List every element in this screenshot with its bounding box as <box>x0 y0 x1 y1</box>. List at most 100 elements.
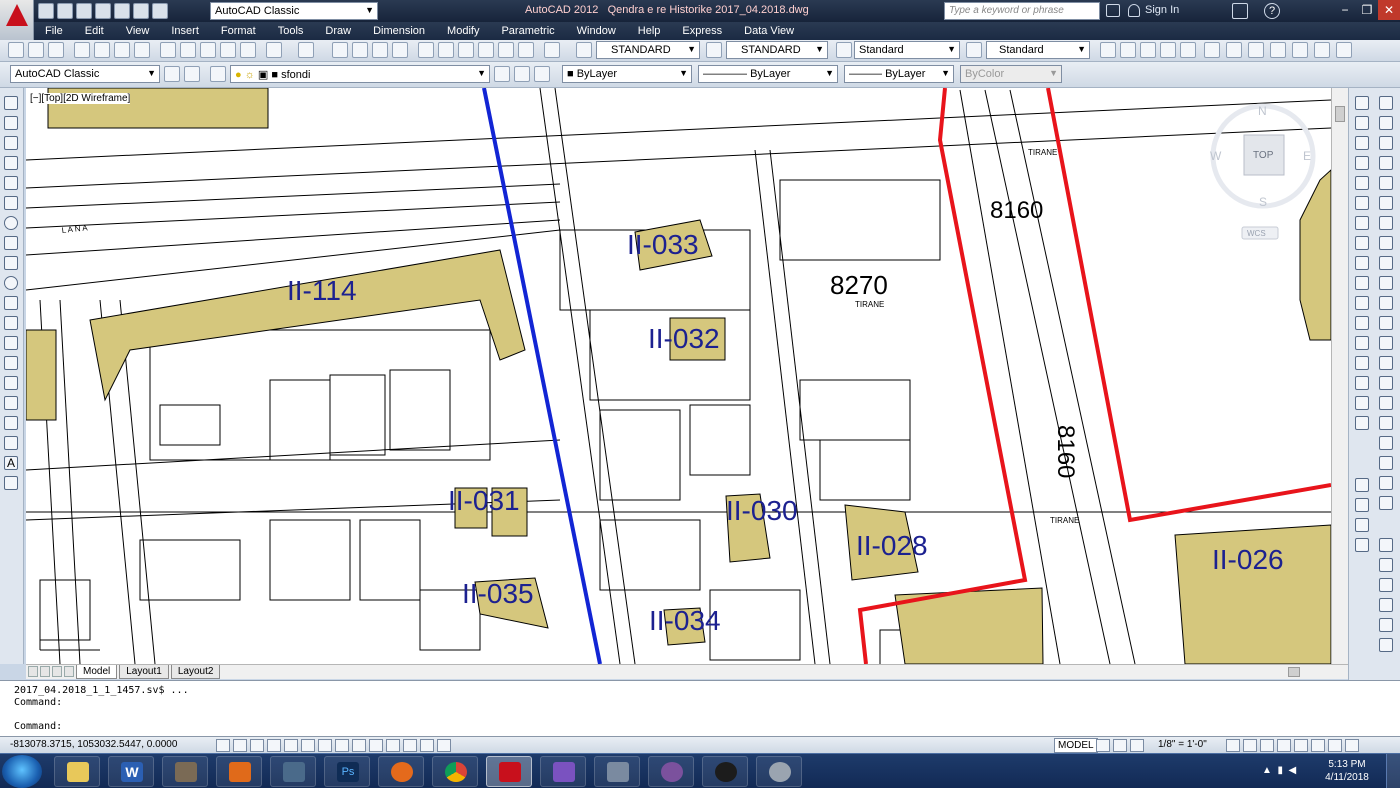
layer-tool-icon[interactable] <box>1270 42 1286 58</box>
make-block-icon[interactable] <box>4 336 18 350</box>
drawing-canvas[interactable]: II-033 II-114 II-032 II-031 II-030 II-02… <box>26 88 1331 664</box>
layer-tool-icon[interactable] <box>1100 42 1116 58</box>
clock[interactable]: 5:13 PM 4/11/2018 <box>1322 758 1372 784</box>
polar-tracking-icon[interactable] <box>284 739 298 752</box>
isolate-objects-icon[interactable] <box>1311 739 1325 752</box>
tool-palettes-icon[interactable] <box>458 42 474 58</box>
quickcalc-icon[interactable] <box>518 42 534 58</box>
minimize-icon[interactable]: − <box>1334 0 1356 20</box>
layer-state-icon[interactable] <box>534 66 550 82</box>
layer-tool-icon[interactable] <box>1120 42 1136 58</box>
move-icon[interactable] <box>1355 196 1369 210</box>
point-icon[interactable] <box>4 356 18 370</box>
polyline-icon[interactable] <box>4 136 18 150</box>
insert-block-icon[interactable] <box>4 316 18 330</box>
layer-tool-icon[interactable] <box>1204 42 1220 58</box>
dim-angular-icon[interactable] <box>1379 236 1393 250</box>
gradient-icon[interactable] <box>4 396 18 410</box>
zoom-realtime-icon[interactable] <box>352 42 368 58</box>
scroll-thumb[interactable] <box>1335 106 1345 122</box>
join-icon[interactable] <box>1355 336 1369 350</box>
layer-tool-icon[interactable] <box>1248 42 1264 58</box>
text-style-icon[interactable] <box>576 42 592 58</box>
quick-view-layouts-icon[interactable] <box>1096 739 1110 752</box>
mirror-icon[interactable] <box>1355 136 1369 150</box>
viber-app[interactable] <box>648 756 694 787</box>
dim-radius-icon[interactable] <box>1379 176 1393 190</box>
publish-icon[interactable] <box>114 42 130 58</box>
tab-model[interactable]: Model <box>76 664 118 679</box>
rotate-icon[interactable] <box>1355 216 1369 230</box>
app-icon[interactable] <box>270 756 316 787</box>
draworder-icon[interactable] <box>1355 478 1369 492</box>
edit-text-icon[interactable] <box>1355 498 1369 512</box>
edit-polyline-icon[interactable] <box>1355 538 1369 552</box>
extend-icon[interactable] <box>1355 296 1369 310</box>
auto-scale-icon[interactable] <box>1243 739 1257 752</box>
hatch-icon[interactable] <box>4 376 18 390</box>
dim-ordinate-icon[interactable] <box>1379 156 1393 170</box>
tolerance-icon[interactable] <box>1379 356 1393 370</box>
pan-icon[interactable] <box>332 42 348 58</box>
menu-data-view[interactable]: Data View <box>733 25 805 37</box>
layer-previous-icon[interactable] <box>514 66 530 82</box>
workspace-switching-icon[interactable] <box>1260 739 1274 752</box>
workspace-settings-icon[interactable] <box>164 66 180 82</box>
open-icon[interactable] <box>57 3 73 19</box>
table-style-dropdown[interactable]: Standard ▼ <box>854 41 960 59</box>
cut-icon[interactable] <box>160 42 176 58</box>
redo-icon[interactable] <box>298 42 314 58</box>
application-menu-button[interactable] <box>0 0 34 40</box>
circle-icon[interactable] <box>4 216 18 230</box>
dim-style-dropdown[interactable]: STANDARD ▼ <box>726 41 828 59</box>
lightbulb-icon[interactable] <box>1328 739 1342 752</box>
layer-tool-icon[interactable] <box>1160 42 1176 58</box>
menu-tools[interactable]: Tools <box>267 25 315 37</box>
arc-icon[interactable] <box>4 196 18 210</box>
annotation-scale[interactable]: 1/8" = 1'-0" <box>1158 739 1207 750</box>
viewport-controls[interactable]: [−][Top][2D Wireframe] <box>30 93 131 104</box>
scale-icon[interactable] <box>1355 236 1369 250</box>
annotation-visibility-icon[interactable] <box>1226 739 1240 752</box>
array-icon[interactable] <box>1355 176 1369 190</box>
undo-icon[interactable] <box>266 42 282 58</box>
snap-mode-icon[interactable] <box>233 739 247 752</box>
autocad-app[interactable] <box>486 756 532 787</box>
break-icon[interactable] <box>1355 316 1369 330</box>
design-center-icon[interactable] <box>438 42 454 58</box>
viewcube-top-label[interactable]: TOP <box>1253 150 1274 161</box>
fillet-icon[interactable] <box>1355 376 1369 390</box>
dynamic-ucs-icon[interactable] <box>352 739 366 752</box>
clean-screen-icon[interactable] <box>1345 739 1359 752</box>
dim-baseline-icon[interactable] <box>1379 276 1393 290</box>
table-icon[interactable] <box>4 436 18 450</box>
workspace-dropdown[interactable]: AutoCAD Classic ▼ <box>210 2 378 20</box>
save-icon[interactable] <box>76 3 92 19</box>
plot-icon[interactable] <box>74 42 90 58</box>
offset-icon[interactable] <box>1355 156 1369 170</box>
horizontal-scrollbar[interactable] <box>26 664 1348 679</box>
next-tab-icon[interactable] <box>52 666 62 677</box>
layer-tool-icon[interactable] <box>1336 42 1352 58</box>
layer-properties-icon[interactable] <box>210 66 226 82</box>
linetype-dropdown[interactable]: ———— ByLayer ▼ <box>698 65 838 83</box>
app-icon[interactable] <box>594 756 640 787</box>
layer-tool-icon[interactable] <box>1226 42 1242 58</box>
start-button[interactable] <box>2 755 42 788</box>
edit-hatch-icon[interactable] <box>1355 518 1369 532</box>
hardware-acceleration-icon[interactable] <box>1294 739 1308 752</box>
word-app[interactable]: W <box>108 756 154 787</box>
exchange-icon[interactable] <box>1232 3 1248 19</box>
grid-display-icon[interactable] <box>250 739 264 752</box>
transparency-icon[interactable] <box>403 739 417 752</box>
show-desktop-button[interactable] <box>1386 754 1400 788</box>
markup-icon[interactable] <box>498 42 514 58</box>
workspace-selector[interactable]: AutoCAD Classic ▼ <box>10 65 160 83</box>
menu-view[interactable]: View <box>115 25 161 37</box>
menu-file[interactable]: File <box>34 25 74 37</box>
menu-express[interactable]: Express <box>671 25 733 37</box>
menu-dimension[interactable]: Dimension <box>362 25 436 37</box>
undo-icon[interactable] <box>133 3 149 19</box>
help-icon[interactable] <box>544 42 560 58</box>
dim-aligned-icon[interactable] <box>1379 116 1393 130</box>
